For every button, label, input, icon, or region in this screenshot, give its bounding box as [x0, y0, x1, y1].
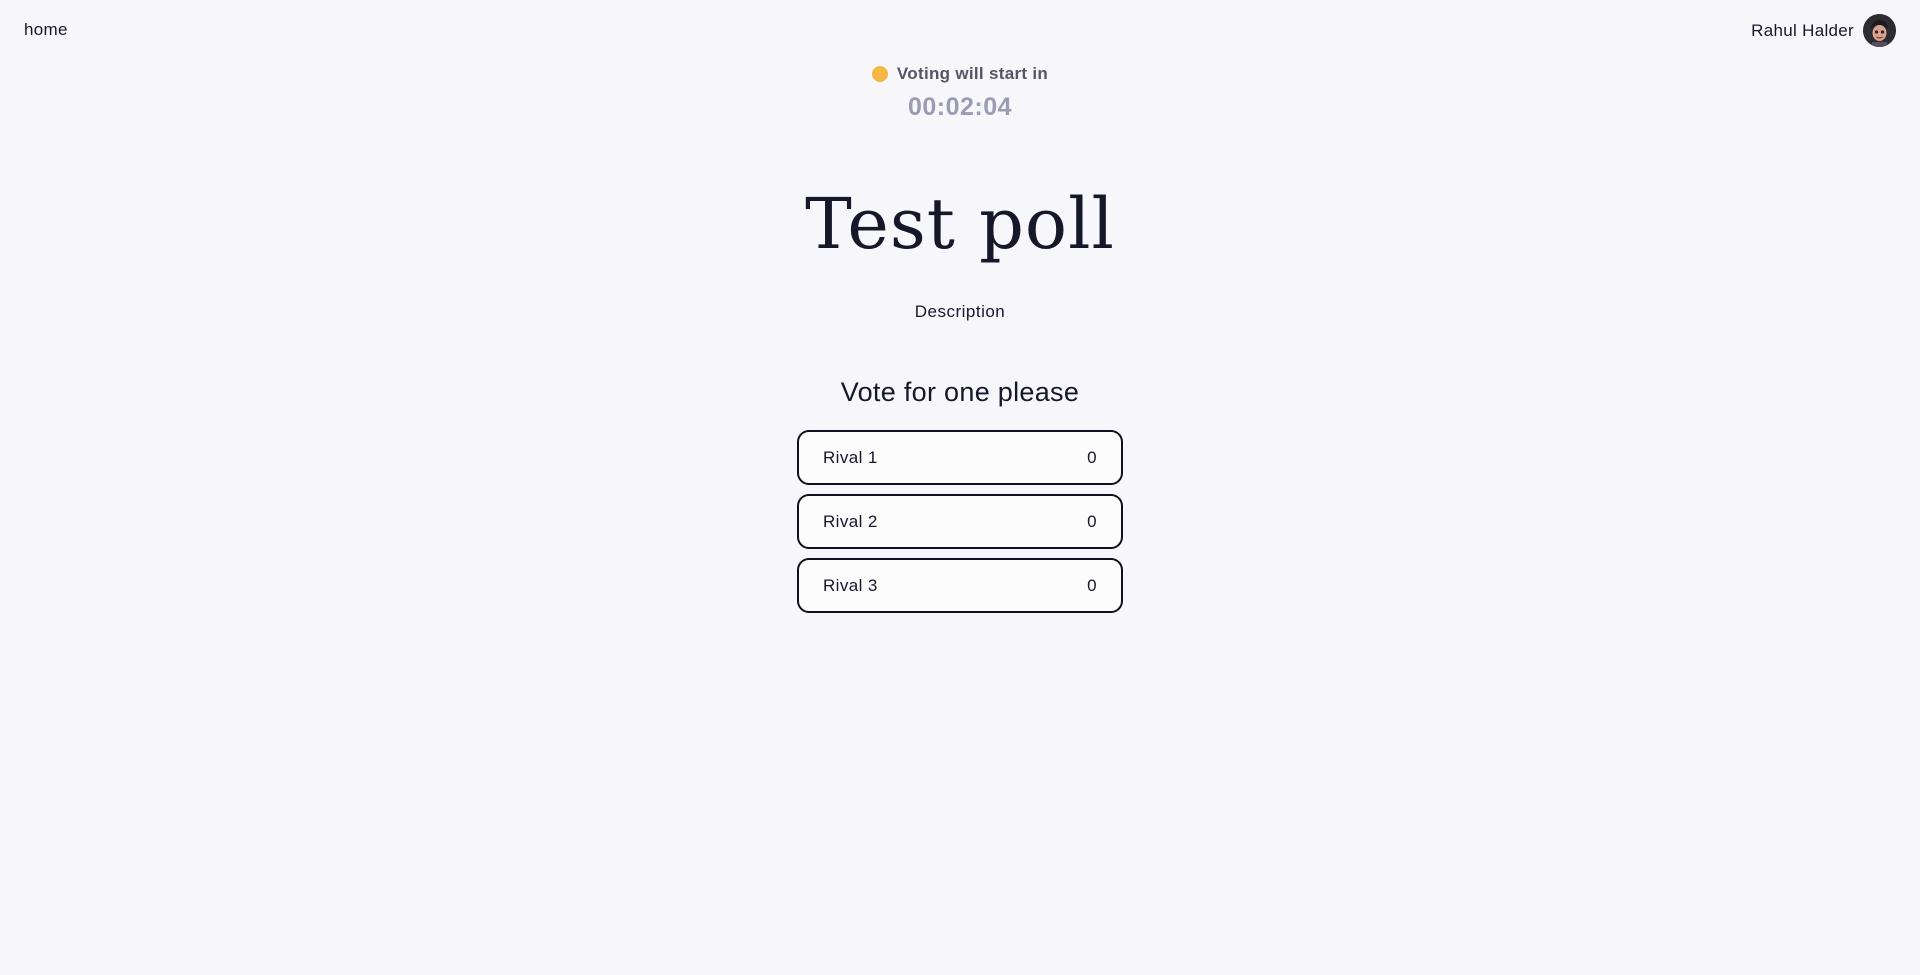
user-menu[interactable]: Rahul Halder [1751, 14, 1896, 47]
poll-options: Rival 1 0 Rival 2 0 Rival 3 0 [797, 430, 1123, 613]
poll-title: Test poll [805, 183, 1115, 265]
option-label: Rival 1 [823, 447, 878, 467]
option-vote-count: 0 [1087, 447, 1097, 467]
user-avatar-icon[interactable] [1863, 14, 1896, 47]
avatar-face-icon [1863, 14, 1896, 47]
option-vote-count: 0 [1087, 511, 1097, 531]
vote-prompt: Vote for one please [840, 377, 1080, 407]
status-indicator-icon [871, 66, 888, 82]
poll-page: home Rahul Halder Voting will start in 0… [0, 0, 1920, 975]
poll-description: Description [914, 302, 1006, 321]
poll-option-rival-2[interactable]: Rival 2 0 [797, 494, 1123, 549]
option-label: Rival 3 [823, 575, 878, 595]
home-link[interactable]: home [24, 20, 68, 40]
poll-option-rival-3[interactable]: Rival 3 0 [797, 558, 1123, 613]
option-label: Rival 2 [823, 511, 878, 531]
countdown-timer: 00:02:04 [907, 93, 1013, 121]
option-vote-count: 0 [1087, 575, 1097, 595]
status-message: Voting will start in [896, 64, 1049, 83]
poll-option-rival-1[interactable]: Rival 1 0 [797, 430, 1123, 485]
voting-status: Voting will start in [0, 64, 1920, 84]
user-name: Rahul Halder [1751, 20, 1854, 40]
